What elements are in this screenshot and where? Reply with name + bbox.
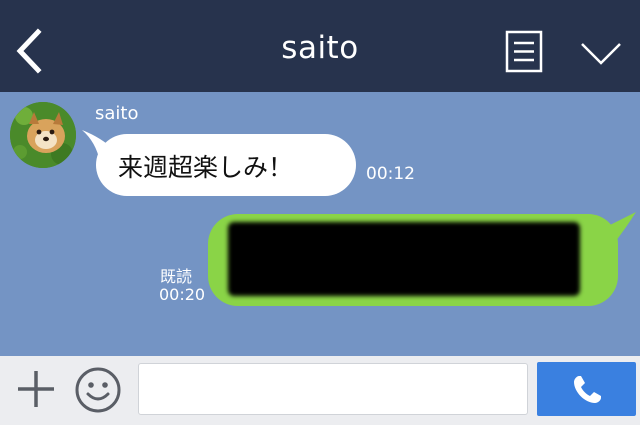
read-status: 既読 <box>160 267 193 286</box>
incoming-message-time: 00:12 <box>366 164 415 184</box>
emoji-icon <box>75 367 121 413</box>
notes-menu-icon <box>505 30 543 73</box>
redacted-message-content <box>228 222 580 296</box>
contact-avatar[interactable] <box>10 102 76 168</box>
sender-name: saito <box>95 103 139 124</box>
chat-title: saito <box>281 30 359 66</box>
call-button[interactable] <box>537 362 636 416</box>
notes-menu-button[interactable] <box>505 30 543 73</box>
plus-icon <box>18 371 54 407</box>
chevron-down-icon <box>581 43 621 65</box>
incoming-message-text: 来週超楽しみ！ <box>118 153 294 182</box>
emoji-button[interactable] <box>74 366 122 414</box>
expand-button[interactable] <box>578 38 624 68</box>
phone-icon <box>574 376 601 403</box>
chat-header: saito <box>0 0 640 92</box>
message-input[interactable] <box>138 363 528 415</box>
chat-area[interactable]: saito 来週超楽しみ！ 00:12 既読 00:20 <box>0 92 640 356</box>
attach-button[interactable] <box>14 367 58 411</box>
outgoing-message-time: 00:20 <box>159 285 206 304</box>
dog-avatar-image <box>10 102 76 168</box>
